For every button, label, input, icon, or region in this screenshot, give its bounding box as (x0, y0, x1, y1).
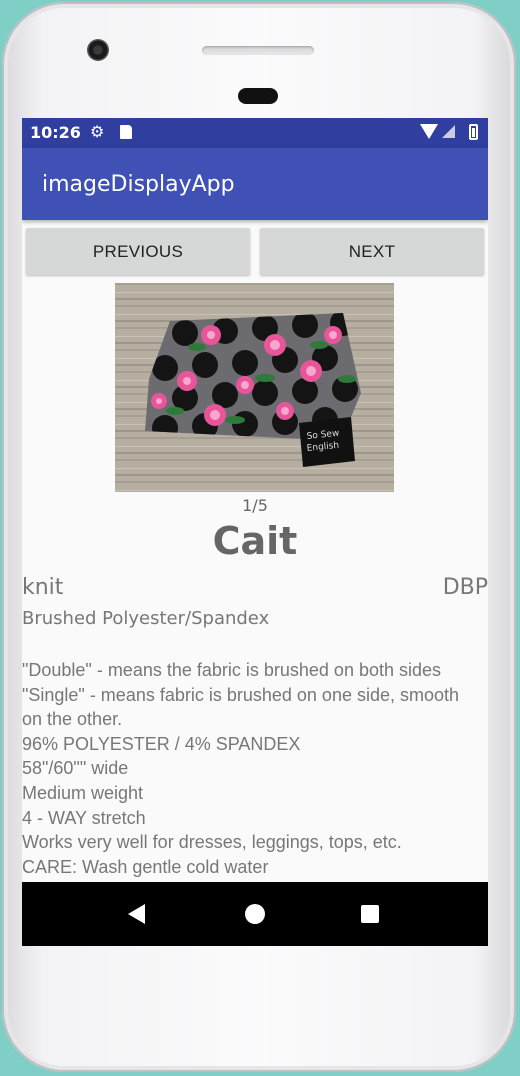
gear-icon: ⚙ (90, 122, 105, 141)
proximity-sensor (238, 88, 278, 104)
back-icon[interactable] (128, 904, 145, 924)
recents-icon[interactable] (361, 905, 379, 923)
fabric-photo: So Sew English (115, 283, 394, 492)
image-counter: 1/5 (242, 496, 268, 515)
app-bar: imageDisplayApp (22, 148, 488, 220)
navigation-bar (22, 882, 488, 946)
front-camera (87, 39, 109, 61)
next-button[interactable]: NEXT (260, 228, 484, 275)
fabric-image: So Sew English (115, 283, 394, 492)
signal-icon (442, 125, 455, 138)
wifi-icon (420, 124, 438, 139)
fabric-description: "Double" - means the fabric is brushed o… (22, 660, 460, 877)
fabric-material: Brushed Polyester/Spandex (22, 608, 270, 629)
home-icon[interactable] (245, 904, 265, 924)
status-time: 10:26 (30, 123, 81, 142)
brand-tag: So Sew English (299, 417, 355, 467)
status-bar: 10:26 ⚙ (22, 118, 488, 148)
sd-card-icon (120, 125, 132, 139)
fabric-type: knit (22, 575, 64, 600)
battery-icon (469, 124, 478, 140)
app-screen: 10:26 ⚙ imageDisplayApp PREVIOUS NEXT So… (22, 118, 488, 946)
earpiece-speaker (202, 46, 314, 55)
app-title: imageDisplayApp (42, 172, 235, 197)
fabric-name: Cait (212, 519, 298, 563)
fabric-code: DBP (442, 575, 488, 600)
previous-button[interactable]: PREVIOUS (26, 228, 250, 275)
